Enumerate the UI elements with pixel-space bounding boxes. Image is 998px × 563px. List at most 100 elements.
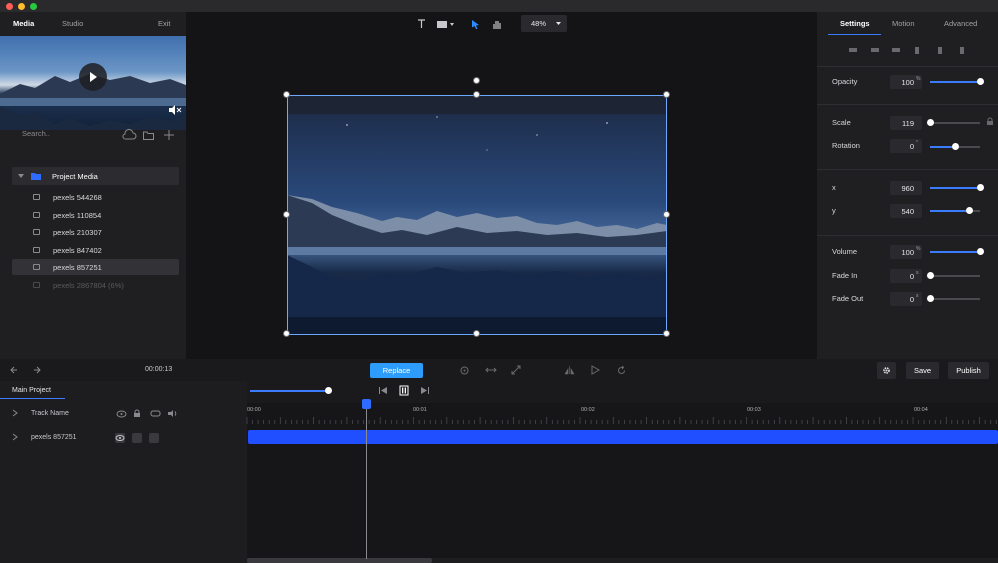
folder-icon[interactable] [143,131,154,140]
tab-motion[interactable]: Motion [892,19,915,28]
add-icon[interactable] [164,130,174,140]
opacity-slider[interactable] [930,78,984,85]
slider-knob[interactable] [325,387,332,394]
close-window-button[interactable] [6,3,13,10]
video-canvas[interactable] [287,95,667,335]
tab-media[interactable]: Media [13,19,34,28]
slider-knob[interactable] [926,295,934,302]
media-preview[interactable] [0,36,186,130]
redo-icon[interactable] [31,366,41,374]
skip-back-icon[interactable] [379,387,387,394]
chevron-right-icon[interactable] [12,433,18,441]
track-lock-toggle[interactable] [132,433,142,443]
track-link-toggle[interactable] [149,433,159,443]
zoom-select[interactable]: 48% [521,15,567,32]
align-left-icon [849,48,857,52]
slider-knob[interactable] [951,143,959,150]
y-slider[interactable] [930,207,980,214]
volume-icon[interactable] [168,410,177,417]
cloud-upload-icon[interactable] [122,129,137,140]
eye-icon[interactable] [116,410,127,418]
pause-icon[interactable] [399,385,409,396]
video-clip[interactable] [248,430,998,444]
window-titlebar [0,0,998,12]
minimize-window-button[interactable] [18,3,25,10]
media-item[interactable]: pexels 544268 [12,189,179,205]
rotate-handle[interactable] [473,77,480,84]
video-file-icon [33,282,40,288]
x-slider[interactable] [930,184,984,191]
resize-handle-bl[interactable] [283,330,290,337]
media-item-uploading[interactable]: pexels 2867804 (6%) [12,277,179,293]
fade-in-slider[interactable] [926,272,980,279]
save-button[interactable]: Save [906,362,939,379]
project-media-folder[interactable]: Project Media [12,167,179,185]
scale-slider[interactable] [926,119,980,126]
media-item[interactable]: pexels 110854 [12,207,179,223]
lock-icon[interactable] [987,117,993,125]
slider-knob[interactable] [926,272,934,279]
scale-input[interactable]: 119 [890,116,922,130]
slider-knob[interactable] [926,119,934,126]
chevron-right-icon[interactable] [12,409,18,417]
resize-handle-r[interactable] [663,211,670,218]
settings-button[interactable] [877,362,896,379]
play-button[interactable] [79,63,107,91]
x-input[interactable]: 960 [890,181,922,195]
media-item[interactable]: pexels 847402 [12,242,179,258]
maximize-window-button[interactable] [30,3,37,10]
tab-advanced[interactable]: Advanced [944,19,977,28]
tab-main-project[interactable]: Main Project [12,387,51,394]
media-item[interactable]: pexels 210307 [12,224,179,240]
slider-knob[interactable] [976,78,984,85]
slider-fill [930,210,969,212]
playhead-handle[interactable] [362,399,371,409]
hand-tool-icon[interactable] [493,20,501,29]
track-name-header: Track Name [31,410,69,417]
publish-button[interactable]: Publish [948,362,989,379]
resize-handle-tr[interactable] [663,91,670,98]
lock-icon[interactable] [134,409,140,417]
timeline-scrollbar-thumb[interactable] [247,558,432,563]
fade-in-unit: s [916,270,919,276]
track-visibility-toggle[interactable] [115,433,125,443]
tab-studio[interactable]: Studio [62,19,83,28]
undo-icon[interactable] [10,366,20,374]
exit-button[interactable]: Exit [158,19,171,28]
slider-knob[interactable] [965,207,973,214]
rotation-slider[interactable] [930,143,980,150]
fade-out-slider[interactable] [926,295,980,302]
select-tool-icon[interactable] [472,20,479,29]
resize-handle-tl[interactable] [283,91,290,98]
replace-button[interactable]: Replace [370,363,423,378]
crosshair-icon[interactable] [460,366,469,375]
slider-fill [930,251,980,253]
y-input[interactable]: 540 [890,204,922,218]
resize-handle-br[interactable] [663,330,670,337]
active-tab-indicator [828,34,881,35]
resize-handle-b[interactable] [473,330,480,337]
flip-horizontal-icon[interactable] [485,367,497,373]
search-input[interactable]: Search.. [22,129,50,138]
link-icon[interactable] [150,410,161,417]
timeline[interactable]: 00:00 00:01 00:02 00:03 00:04 [246,403,998,563]
media-item-selected[interactable]: pexels 857251 [12,259,179,275]
shape-tool-icon[interactable] [437,21,455,28]
slider-knob[interactable] [976,184,984,191]
expand-icon[interactable] [511,365,521,375]
play-outline-icon[interactable] [591,365,601,375]
volume-slider[interactable] [930,248,984,255]
text-tool-icon[interactable] [418,19,425,28]
split-icon[interactable] [564,366,575,375]
resize-handle-l[interactable] [283,211,290,218]
skip-forward-icon[interactable] [421,387,429,394]
resize-handle-t[interactable] [473,91,480,98]
divider [817,104,998,105]
rotate-icon[interactable] [617,365,626,375]
slider-knob[interactable] [976,248,984,255]
mute-icon[interactable] [169,105,182,115]
tab-settings[interactable]: Settings [840,19,870,28]
y-value: 540 [901,207,914,216]
timeline-zoom-slider[interactable] [250,387,332,394]
timeline-ruler [246,417,997,424]
